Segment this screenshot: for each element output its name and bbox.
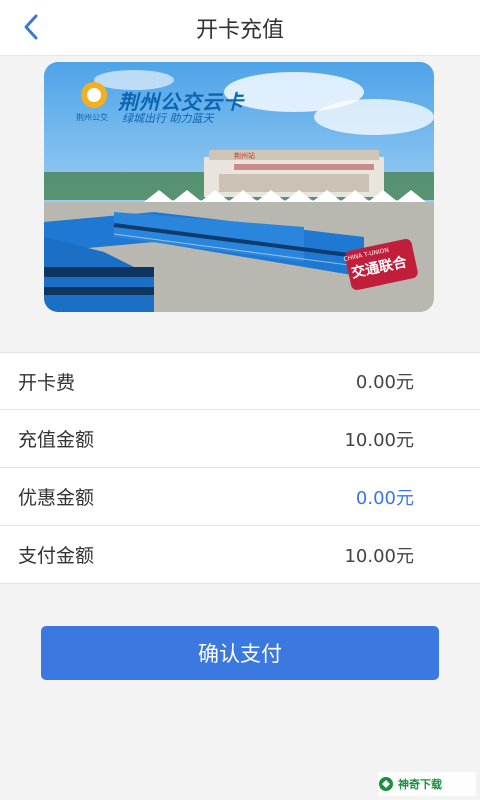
row-label: 充值金额	[18, 429, 95, 451]
row-discount-amount: 优惠金额 0.00元	[0, 468, 480, 526]
watermark-text: 神奇下载	[398, 778, 442, 791]
row-label: 支付金额	[18, 545, 95, 567]
row-value: 0.00元	[355, 372, 414, 393]
page-title: 开卡充值	[195, 17, 284, 43]
confirm-payment-button[interactable]: 确认支付	[41, 626, 439, 680]
row-recharge-amount: 充值金额 10.00元	[0, 410, 480, 468]
row-value: 10.00元	[344, 545, 414, 567]
row-label: 优惠金额	[18, 487, 95, 509]
bus-card-image: 荆州公交云卡 荆州公交 绿城出行 助力蓝天 荆州站 交通联合 CHINA T-U…	[44, 62, 434, 312]
row-payment-amount: 支付金额 10.00元	[0, 526, 480, 584]
row-card-fee: 开卡费 0.00元	[0, 352, 480, 410]
row-label: 开卡费	[18, 371, 76, 394]
card-brand-small: 荆州公交	[76, 113, 108, 122]
card-slogan: 绿城出行 助力蓝天	[122, 112, 214, 125]
top-bar: 开卡充值	[0, 0, 480, 56]
watermark: 神奇下载	[378, 772, 476, 796]
payment-details: 开卡费 0.00元 充值金额 10.00元 优惠金额 0.00元 支付金额 10…	[0, 352, 480, 584]
watermark-logo-icon	[379, 777, 393, 791]
row-value: 0.00元	[355, 487, 414, 509]
station-sign: 荆州站	[234, 152, 255, 160]
row-value: 10.00元	[344, 429, 414, 451]
